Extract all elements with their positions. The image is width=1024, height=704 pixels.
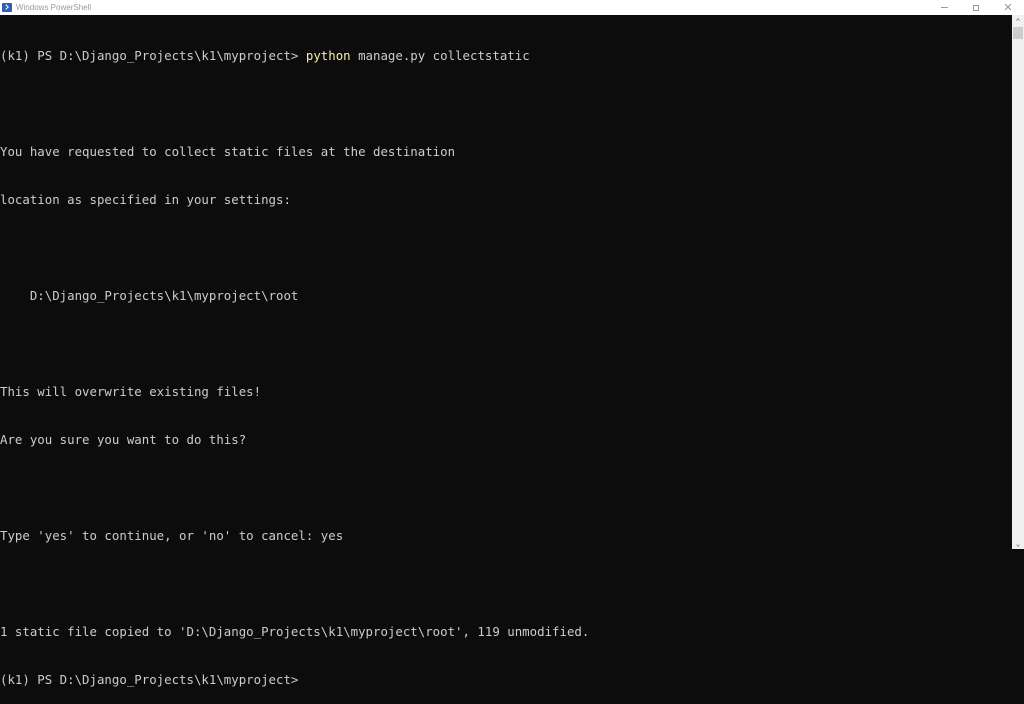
powershell-icon bbox=[2, 3, 12, 12]
vertical-scrollbar[interactable]: ⌃ ⌄ bbox=[1012, 15, 1024, 549]
title-bar: Windows PowerShell ✕ bbox=[0, 0, 1024, 15]
minimize-icon bbox=[940, 7, 948, 8]
prompt: (k1) PS D:\Django_Projects\k1\myproject> bbox=[0, 48, 306, 63]
command-args: manage.py collectstatic bbox=[350, 48, 530, 63]
console-line: D:\Django_Projects\k1\myproject\root bbox=[0, 288, 299, 303]
minimize-button[interactable] bbox=[928, 0, 960, 15]
console-line: (k1) PS D:\Django_Projects\k1\myproject>… bbox=[0, 48, 1012, 64]
close-button[interactable]: ✕ bbox=[992, 0, 1024, 15]
console-line: location as specified in your settings: bbox=[0, 192, 291, 207]
scroll-up-button[interactable]: ⌃ bbox=[1012, 15, 1024, 27]
console-line: Type 'yes' to continue, or 'no' to cance… bbox=[0, 528, 344, 543]
scrollbar-thumb[interactable] bbox=[1013, 27, 1023, 39]
console-line: You have requested to collect static fil… bbox=[0, 144, 456, 159]
scroll-down-button[interactable]: ⌄ bbox=[1012, 537, 1024, 549]
console-line: (k1) PS D:\Django_Projects\k1\myproject> bbox=[0, 672, 1012, 688]
console-line: This will overwrite existing files! bbox=[0, 384, 262, 399]
console-line: 1 static file copied to 'D:\Django_Proje… bbox=[0, 624, 590, 639]
window-title: Windows PowerShell bbox=[16, 3, 92, 12]
chevron-up-icon: ⌃ bbox=[1015, 16, 1021, 26]
console-line: Are you sure you want to do this? bbox=[0, 432, 247, 447]
window-controls: ✕ bbox=[928, 0, 1024, 15]
close-icon: ✕ bbox=[1003, 2, 1013, 14]
maximize-icon bbox=[973, 4, 979, 11]
maximize-button[interactable] bbox=[960, 0, 992, 15]
command-name: python bbox=[305, 48, 351, 63]
prompt: (k1) PS D:\Django_Projects\k1\myproject> bbox=[0, 672, 299, 687]
chevron-down-icon: ⌄ bbox=[1015, 538, 1021, 548]
console-output[interactable]: (k1) PS D:\Django_Projects\k1\myproject>… bbox=[0, 15, 1012, 687]
